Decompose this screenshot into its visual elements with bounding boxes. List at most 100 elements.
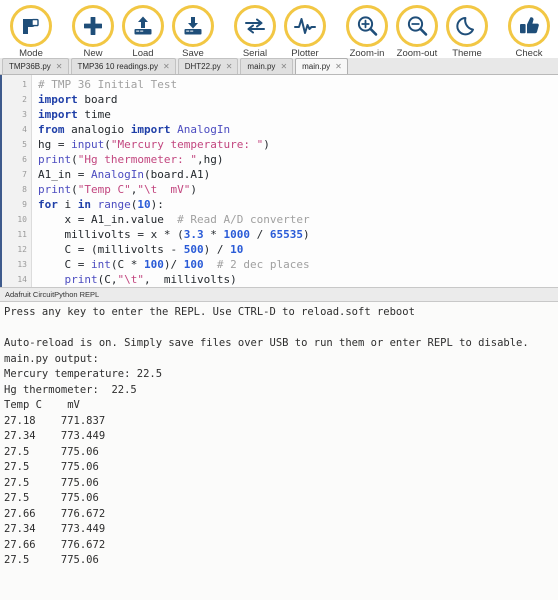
mode-icon	[10, 5, 52, 47]
code-line: # TMP 36 Initial Test	[38, 78, 178, 91]
check-button-label: Check	[515, 48, 543, 59]
check-button[interactable]: Check	[504, 4, 554, 59]
serial-button[interactable]: Serial	[230, 4, 280, 59]
mu-editor-window: Mode New Load Save Serial Plotter Zoom-i…	[0, 0, 558, 600]
code-line: import board	[38, 93, 118, 106]
close-icon[interactable]: ✕	[163, 62, 170, 71]
load-button[interactable]: Load	[118, 4, 168, 59]
line-number: 9	[22, 200, 27, 209]
code-editor[interactable]: 1 2 3 4 5 6 7 8 9 10 11 12 13 14 # TMP 3…	[0, 75, 558, 287]
code-line: x = A1_in.value # Read A/D converter	[64, 213, 310, 226]
load-button-label: Load	[132, 48, 154, 59]
theme-button-label: Theme	[452, 48, 482, 59]
line-number: 5	[22, 140, 27, 149]
repl-line	[4, 569, 558, 585]
code-line: print(C,"\t", millivolts)	[64, 273, 237, 286]
line-number: 4	[22, 125, 27, 134]
line-number: 8	[22, 185, 27, 194]
code-line: A1_in = AnalogIn(board.A1)	[38, 168, 211, 181]
toolbar-group-io: Serial Plotter	[230, 4, 330, 59]
repl-line: 27.66 776.672	[4, 507, 106, 520]
mode-button[interactable]: Mode	[6, 4, 56, 59]
tab-label: main.py	[247, 62, 276, 71]
close-icon[interactable]: ✕	[335, 62, 342, 71]
code-line: from analogio import AnalogIn	[38, 123, 231, 136]
thumbs-up-icon	[508, 5, 550, 47]
repl-line: Temp C mV	[4, 399, 80, 411]
repl-line	[4, 321, 558, 337]
repl-line: 27.5 775.06	[4, 554, 99, 566]
repl-line	[4, 584, 558, 600]
code-line: hg = input("Mercury temperature: ")	[38, 138, 270, 151]
line-number: 14	[17, 275, 27, 284]
repl-line: 27.5 775.06	[4, 476, 99, 489]
save-button-label: Save	[182, 48, 204, 59]
line-number: 13	[17, 260, 27, 269]
tab-dht22[interactable]: DHT22.py ✕	[177, 58, 239, 74]
line-number: 3	[22, 110, 27, 119]
zoom-in-button-label: Zoom-in	[349, 48, 385, 59]
main-toolbar: Mode New Load Save Serial Plotter Zoom-i…	[0, 0, 558, 59]
line-number: 11	[17, 230, 27, 239]
toolbar-group-file: New Load Save	[68, 4, 218, 59]
repl-line: main.py output:	[4, 352, 99, 365]
file-tab-bar: TMP36B.py ✕ TMP36 10 readings.py ✕ DHT22…	[0, 58, 558, 75]
upload-icon	[122, 5, 164, 47]
code-line: print("Temp C","\t mV")	[38, 183, 197, 196]
tab-label: TMP36B.py	[9, 62, 51, 71]
exchange-arrows-icon	[234, 5, 276, 47]
plotter-button[interactable]: Plotter	[280, 4, 330, 59]
tab-tmp36-10-readings[interactable]: TMP36 10 readings.py ✕	[70, 58, 176, 74]
download-icon	[172, 5, 214, 47]
code-line: print("Hg thermometer: ",hg)	[38, 153, 224, 166]
close-icon[interactable]: ✕	[56, 62, 63, 71]
code-text-area[interactable]: # TMP 36 Initial Test import board import …	[32, 75, 558, 287]
repl-line: Hg thermometer: 22.5	[4, 383, 137, 396]
zoom-out-button[interactable]: Zoom-out	[392, 4, 442, 59]
repl-line: 27.5 775.06	[4, 461, 99, 473]
repl-line: 27.34 773.449	[4, 430, 106, 442]
tab-main-1[interactable]: main.py ✕	[240, 58, 294, 74]
repl-title-label: Adafruit CircuitPython REPL	[5, 290, 100, 299]
mode-button-label: Mode	[19, 48, 43, 59]
repl-line: Press any key to enter the REPL. Use CTR…	[4, 306, 415, 318]
tab-main-2[interactable]: main.py ✕	[295, 58, 348, 74]
plus-icon	[72, 5, 114, 47]
magnifier-minus-icon	[396, 5, 438, 47]
zoom-in-button[interactable]: Zoom-in	[342, 4, 392, 59]
repl-line: 27.66 776.672	[4, 538, 106, 551]
magnifier-plus-icon	[346, 5, 388, 47]
line-number: 6	[22, 155, 27, 164]
line-number: 2	[22, 95, 27, 104]
tab-tmp36b[interactable]: TMP36B.py ✕	[2, 58, 69, 74]
repl-line: 27.18 771.837	[4, 414, 106, 427]
toolbar-group-view: Zoom-in Zoom-out Theme	[342, 4, 492, 59]
new-button[interactable]: New	[68, 4, 118, 59]
plotter-button-label: Plotter	[291, 48, 319, 59]
tab-label: main.py	[302, 62, 331, 71]
close-icon[interactable]: ✕	[226, 62, 233, 71]
new-button-label: New	[83, 48, 103, 59]
repl-output-pane[interactable]: Press any key to enter the REPL. Use CTR…	[0, 302, 558, 600]
repl-line: 27.34 773.449	[4, 523, 106, 535]
help-button[interactable]: ? Help	[554, 4, 558, 59]
toolbar-group-mode: Mode	[6, 4, 56, 59]
waveform-icon	[284, 5, 326, 47]
repl-line: 27.5 775.06	[4, 445, 99, 458]
theme-button[interactable]: Theme	[442, 4, 492, 59]
line-number: 12	[17, 245, 27, 254]
code-line: import time	[38, 108, 111, 121]
tab-label: DHT22.py	[184, 62, 221, 71]
code-line: C = (millivolts - 500) / 10	[64, 243, 244, 256]
repl-line: Mercury temperature: 22.5	[4, 368, 163, 380]
line-number: 7	[22, 170, 27, 179]
code-line: C = int(C * 100)/ 100 # 2 dec places	[64, 258, 310, 271]
serial-button-label: Serial	[242, 48, 268, 59]
save-button[interactable]: Save	[168, 4, 218, 59]
close-icon[interactable]: ✕	[280, 62, 287, 71]
repl-line: Auto-reload is on. Simply save files ove…	[4, 337, 529, 349]
repl-pane-title: Adafruit CircuitPython REPL	[0, 287, 558, 302]
line-number-gutter: 1 2 3 4 5 6 7 8 9 10 11 12 13 14	[2, 75, 32, 287]
code-line: for i in range(10):	[38, 198, 164, 211]
moon-icon	[446, 5, 488, 47]
